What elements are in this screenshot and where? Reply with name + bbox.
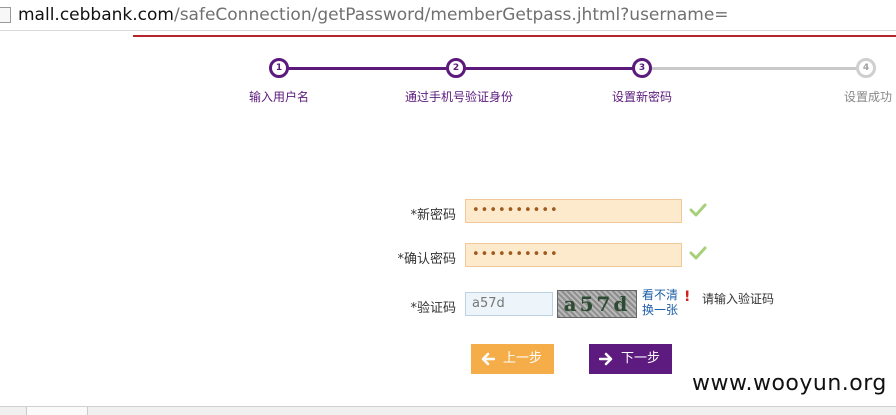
step-connector-2: [464, 67, 636, 70]
step-1-label: 输入用户名: [248, 90, 310, 104]
page-icon: [0, 7, 11, 23]
new-password-label: *新密码: [410, 208, 456, 223]
confirm-password-input[interactable]: ••••••••••: [465, 243, 682, 267]
step-2-number: 2: [446, 58, 466, 78]
step-connector-1: [287, 67, 450, 70]
confirm-password-label: *确认密码: [397, 252, 456, 267]
arrow-left-icon: [481, 352, 495, 366]
refresh-captcha-link[interactable]: 看不清 换一张: [642, 288, 678, 318]
new-password-valid-icon: [689, 203, 707, 217]
captcha-image[interactable]: a57d: [557, 290, 637, 318]
url-domain: mall.cebbank.com: [18, 5, 174, 25]
step-4-label: 设置成功: [843, 90, 893, 104]
new-password-input[interactable]: ••••••••••: [465, 199, 682, 223]
address-bar[interactable]: mall.cebbank.com/safeConnection/getPassw…: [0, 0, 896, 31]
step-3-number: 3: [632, 58, 652, 78]
header-divider: [133, 35, 896, 37]
previous-step-label: 上一步: [503, 351, 543, 366]
refresh-link-line-2: 换一张: [642, 303, 679, 317]
watermark: www.wooyun.org: [692, 371, 887, 396]
captcha-label: *验证码: [410, 301, 456, 316]
step-2-label: 通过手机号验证身份: [404, 90, 514, 104]
url-text[interactable]: mall.cebbank.com/safeConnection/getPassw…: [18, 4, 729, 26]
confirm-password-valid-icon: [689, 246, 707, 260]
refresh-link-line-1: 看不清: [642, 288, 679, 302]
captcha-hint: 请输入验证码: [702, 292, 775, 306]
step-4-number: 4: [856, 58, 876, 78]
step-3-label: 设置新密码: [611, 90, 673, 104]
next-step-label: 下一步: [621, 351, 661, 366]
url-path: /safeConnection/getPassword/memberGetpas…: [173, 5, 729, 25]
progress-steps: 1 2 3 4 输入用户名 通过手机号验证身份 设置新密码 设置成功: [0, 55, 896, 115]
warning-icon: !: [684, 289, 691, 305]
next-step-button[interactable]: 下一步: [589, 344, 672, 374]
step-connector-3: [650, 67, 860, 70]
arrow-right-icon: [599, 352, 613, 366]
previous-step-button[interactable]: 上一步: [471, 344, 554, 374]
captcha-input[interactable]: a57d: [465, 292, 553, 316]
step-1-number: 1: [269, 58, 289, 78]
